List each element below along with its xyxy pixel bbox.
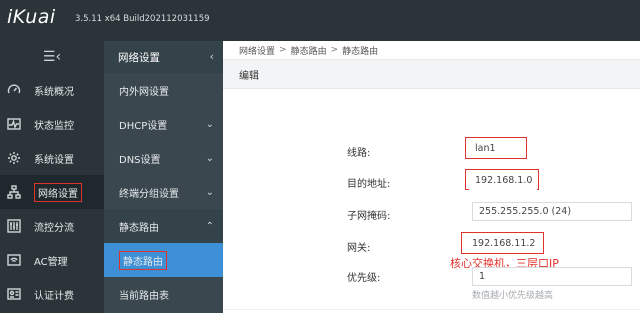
priority-label: 优先级: (347, 273, 381, 284)
subnet-mask-select[interactable]: 255.255.255.0 (24) (472, 202, 632, 221)
chevron-down-icon: ⌄ (205, 118, 214, 130)
breadcrumb-separator: > (279, 45, 287, 55)
id-card-icon (6, 287, 22, 301)
subnav-title-text: 网络设置 (118, 51, 160, 64)
subnav-item-label: 静态路由 (119, 250, 167, 270)
version-label: 3.5.11 x64 Build202112031159 (75, 14, 210, 24)
subnav-item-dns[interactable]: DNS设置 ⌄ (104, 141, 223, 175)
chevron-down-icon: ⌄ (205, 186, 214, 198)
subnav-item-static-route[interactable]: 静态路由 (104, 243, 223, 277)
priority-hint: 数值越小优先级越高 (472, 291, 554, 301)
sidebar-item-label: 网络设置 (34, 182, 82, 202)
subnav-item-route-table[interactable]: 当前路由表 (104, 277, 223, 311)
breadcrumb: 网络设置 > 静态路由 > 静态路由 (239, 41, 378, 59)
top-bar: iKuai 3.5.11 x64 Build202112031159 (0, 0, 640, 41)
chevron-left-icon[interactable]: ‹ (210, 50, 214, 63)
main-content: 网络设置 > 静态路由 > 静态路由 编辑 线路: lan1 目的地址: 192… (223, 41, 640, 313)
sidebar-item-flow-control[interactable]: 流控分流 (0, 209, 104, 243)
sidebar-item-ac-management[interactable]: AC管理 (0, 243, 104, 277)
section-title-text: 编辑 (239, 70, 259, 82)
wifi-router-icon (6, 253, 22, 267)
subnav-item-terminal-group[interactable]: 终端分组设置 ⌄ (104, 175, 223, 209)
subnav-item-label: 当前路由表 (119, 290, 169, 302)
chevron-up-icon: ⌃ (205, 220, 214, 232)
subnav-item-lan-wan[interactable]: 内外网设置 (104, 73, 223, 107)
gateway-value: 192.168.11.2 (472, 238, 536, 249)
sidebar-item-label: 系统设置 (34, 154, 74, 166)
gear-icon (6, 151, 22, 165)
sidebar-item-label: 系统概况 (34, 86, 74, 98)
sidebar-item-auth-billing[interactable]: 认证计费 (0, 277, 104, 311)
breadcrumb-item[interactable]: 静态路由 (291, 44, 327, 57)
sliders-icon (6, 219, 22, 233)
line-value: lan1 (475, 143, 496, 154)
gateway-input[interactable]: 192.168.11.2 (466, 234, 542, 253)
sidebar-item-label: 流控分流 (34, 222, 74, 234)
subnav-item-label: DHCP设置 (119, 120, 168, 132)
sidebar-item-label: 认证计费 (34, 290, 74, 302)
subnav-group-static-route[interactable]: 静态路由 ⌃ (104, 209, 223, 243)
sidebar-item-monitor[interactable]: 状态监控 (0, 107, 104, 141)
priority-value: 1 (479, 271, 486, 282)
gateway-label: 网关: (347, 243, 371, 254)
subnav-item-label: 静态路由 (119, 222, 159, 234)
chevron-down-icon: ⌄ (205, 152, 214, 164)
section-title: 编辑 (223, 59, 640, 89)
speedometer-icon (6, 83, 22, 97)
line-label: 线路: (347, 148, 371, 159)
sidebar-item-network-settings[interactable]: 网络设置 (0, 175, 104, 209)
dest-address-input[interactable]: 192.168.1.0 (469, 171, 537, 190)
dest-label: 目的地址: (347, 179, 391, 190)
subnav-item-label: 终端分组设置 (119, 188, 179, 200)
menu-collapse-icon[interactable]: ☰‹ (0, 41, 104, 73)
line-select[interactable]: lan1 (469, 139, 523, 158)
subnav-item-label: DNS设置 (119, 154, 161, 166)
pulse-icon (6, 117, 22, 131)
divider (223, 309, 640, 310)
secondary-sidebar: 网络设置 ‹ 内外网设置 DHCP设置 ⌄ DNS设置 ⌄ 终端分组设置 ⌄ 静… (104, 41, 223, 313)
subnav-item-label: 内外网设置 (119, 86, 169, 98)
dest-address-value: 192.168.1.0 (475, 175, 533, 186)
subnet-mask-value: 255.255.255.0 (24) (479, 206, 572, 217)
breadcrumb-item: 静态路由 (342, 46, 379, 57)
primary-sidebar: ☰‹ 系统概况 状态监控 系统设置 网络设置 流控分流 AC管理 认证计费 (0, 41, 104, 313)
priority-input[interactable]: 1 (472, 267, 632, 286)
network-icon (6, 185, 22, 199)
sidebar-item-label: AC管理 (34, 256, 68, 268)
logo[interactable]: iKuai (7, 6, 56, 28)
breadcrumb-item[interactable]: 网络设置 (239, 44, 275, 57)
subnav-title: 网络设置 ‹ (104, 41, 223, 73)
sidebar-item-overview[interactable]: 系统概况 (0, 73, 104, 107)
sidebar-item-system-settings[interactable]: 系统设置 (0, 141, 104, 175)
subnav-item-dhcp[interactable]: DHCP设置 ⌄ (104, 107, 223, 141)
mask-label: 子网掩码: (347, 211, 391, 222)
sidebar-item-label: 状态监控 (34, 120, 74, 132)
breadcrumb-separator: > (330, 45, 339, 55)
